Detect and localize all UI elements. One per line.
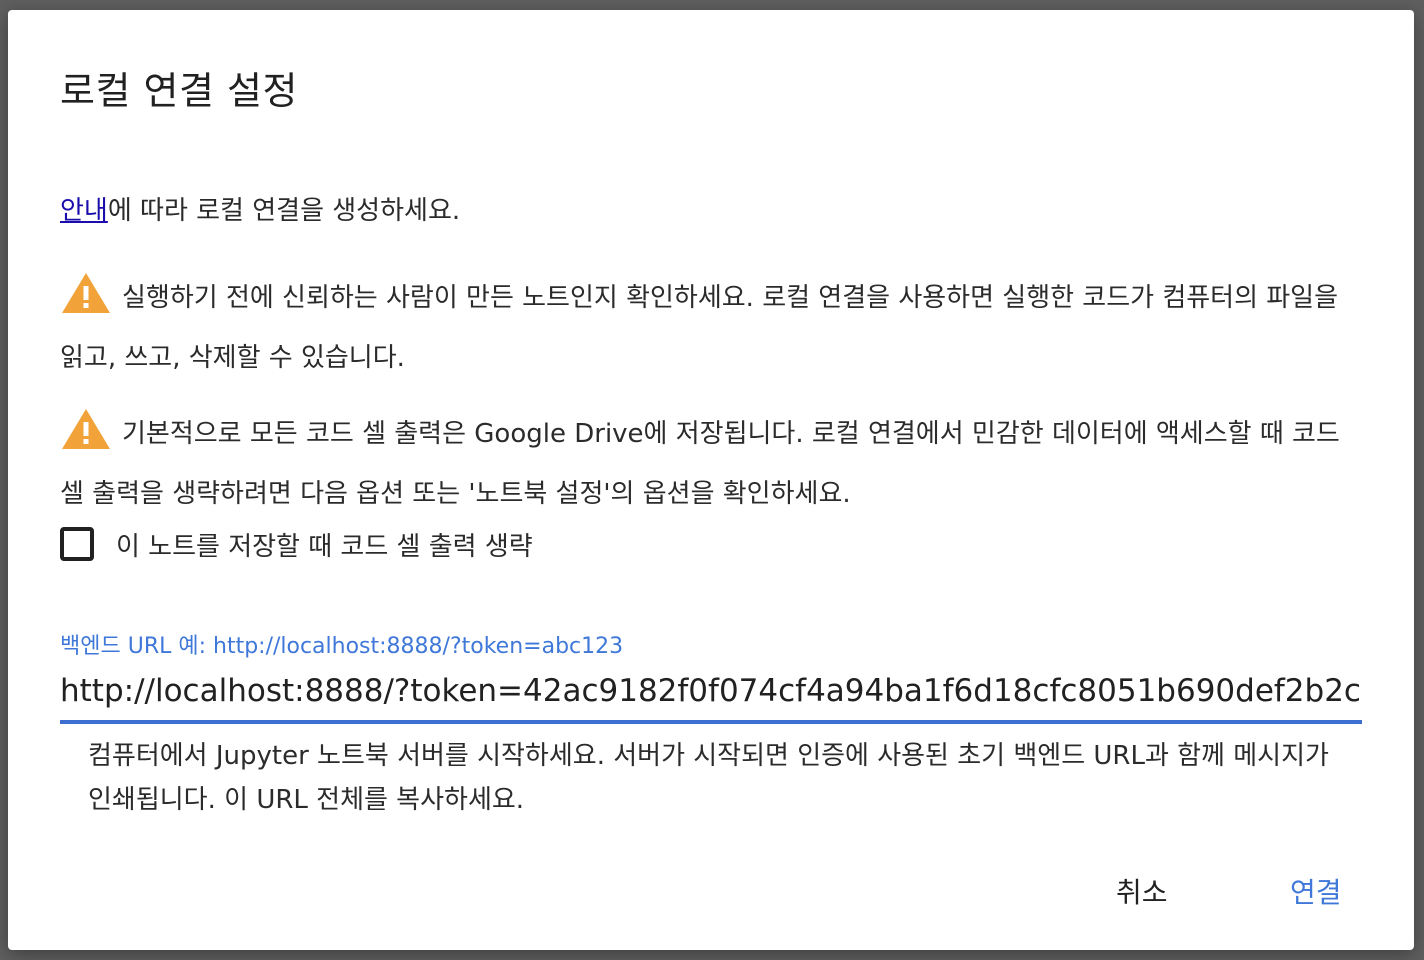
warning-icon (60, 271, 112, 333)
backend-url-label: 백엔드 URL 예: http://localhost:8888/?token=… (60, 634, 624, 659)
guide-link[interactable]: 안내 (60, 196, 108, 226)
intro-text: 안내에 따라 로컬 연결을 생성하세요. (60, 192, 460, 230)
omit-output-label[interactable]: 이 노트를 저장할 때 코드 셀 출력 생략 (116, 526, 533, 563)
dialog-title: 로컬 연결 설정 (60, 69, 298, 113)
local-connection-dialog: 로컬 연결 설정 안내에 따라 로컬 연결을 생성하세요. 실행하기 전에 신뢰… (8, 10, 1414, 950)
backend-url-field (60, 666, 1362, 724)
backend-url-input[interactable] (60, 666, 1362, 716)
warning-drive-text: 기본적으로 모든 코드 셀 출력은 Google Drive에 저장됩니다. 로… (60, 419, 1340, 509)
warning-trust: 실행하기 전에 신뢰하는 사람이 만든 노트인지 확인하세요. 로컬 연결을 사… (60, 271, 1360, 384)
warning-trust-text: 실행하기 전에 신뢰하는 사람이 만든 노트인지 확인하세요. 로컬 연결을 사… (60, 283, 1339, 373)
warning-icon (60, 407, 112, 469)
intro-text-rest: 에 따라 로컬 연결을 생성하세요. (107, 196, 461, 226)
connect-button[interactable]: 연결 (1272, 868, 1360, 918)
cancel-button[interactable]: 취소 (1098, 868, 1186, 918)
omit-output-option: 이 노트를 저장할 때 코드 셀 출력 생략 (60, 522, 533, 566)
backend-url-helper: 컴퓨터에서 Jupyter 노트북 서버를 시작하세요. 서버가 시작되면 인증… (88, 741, 1329, 815)
warning-drive: 기본적으로 모든 코드 셀 출력은 Google Drive에 저장됩니다. 로… (60, 407, 1360, 520)
omit-output-checkbox[interactable] (60, 527, 94, 561)
